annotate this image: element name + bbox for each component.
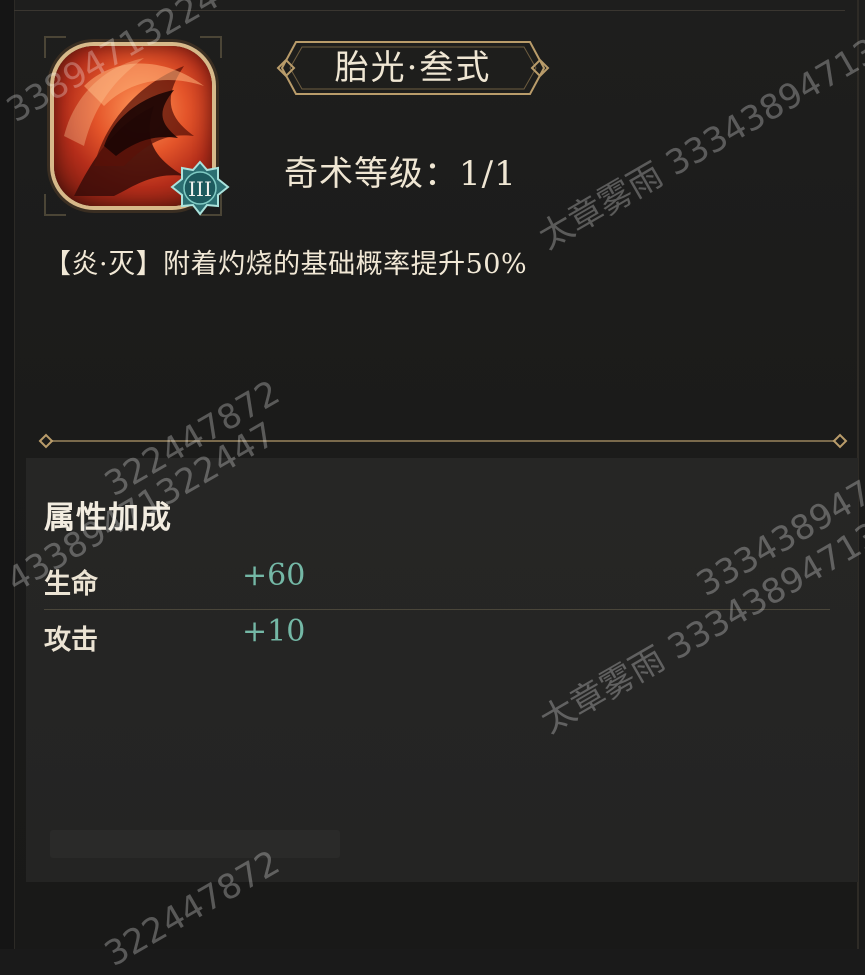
skill-detail-panel: III 胎光·叁式 奇术等级：1/1 【炎·灭】附着灼烧的基础概率提升50% 属… bbox=[0, 0, 865, 975]
tier-badge: III bbox=[170, 160, 230, 216]
frame-corner bbox=[44, 194, 66, 216]
stat-separator bbox=[44, 609, 830, 610]
attribute-bonus-title: 属性加成 bbox=[44, 500, 172, 536]
frame-corner bbox=[200, 36, 222, 58]
tier-label: III bbox=[188, 177, 212, 201]
stat-value: +10 bbox=[242, 614, 306, 649]
watermark: 太章雾雨 3334389471322447872 bbox=[532, 0, 865, 258]
skill-level-value: 1/1 bbox=[459, 154, 517, 194]
frame-corner bbox=[44, 36, 66, 58]
stat-row-attack: 攻击 +10 bbox=[44, 614, 830, 670]
blurred-strip bbox=[50, 830, 340, 858]
stat-row-hp: 生命 +60 bbox=[44, 558, 830, 614]
panel-top-border bbox=[14, 10, 845, 11]
skill-description: 【炎·灭】附着灼烧的基础概率提升50% bbox=[44, 249, 528, 280]
stat-label: 生命 bbox=[44, 569, 98, 600]
section-divider bbox=[38, 433, 848, 449]
skill-title: 胎光·叁式 bbox=[334, 48, 492, 88]
skill-title-banner: 胎光·叁式 bbox=[274, 36, 552, 100]
skill-level: 奇术等级：1/1 bbox=[284, 146, 517, 195]
skill-level-label: 奇术等级： bbox=[284, 154, 459, 194]
stat-value: +60 bbox=[242, 558, 306, 593]
panel-left-edge bbox=[0, 0, 15, 949]
stat-label: 攻击 bbox=[44, 625, 98, 656]
